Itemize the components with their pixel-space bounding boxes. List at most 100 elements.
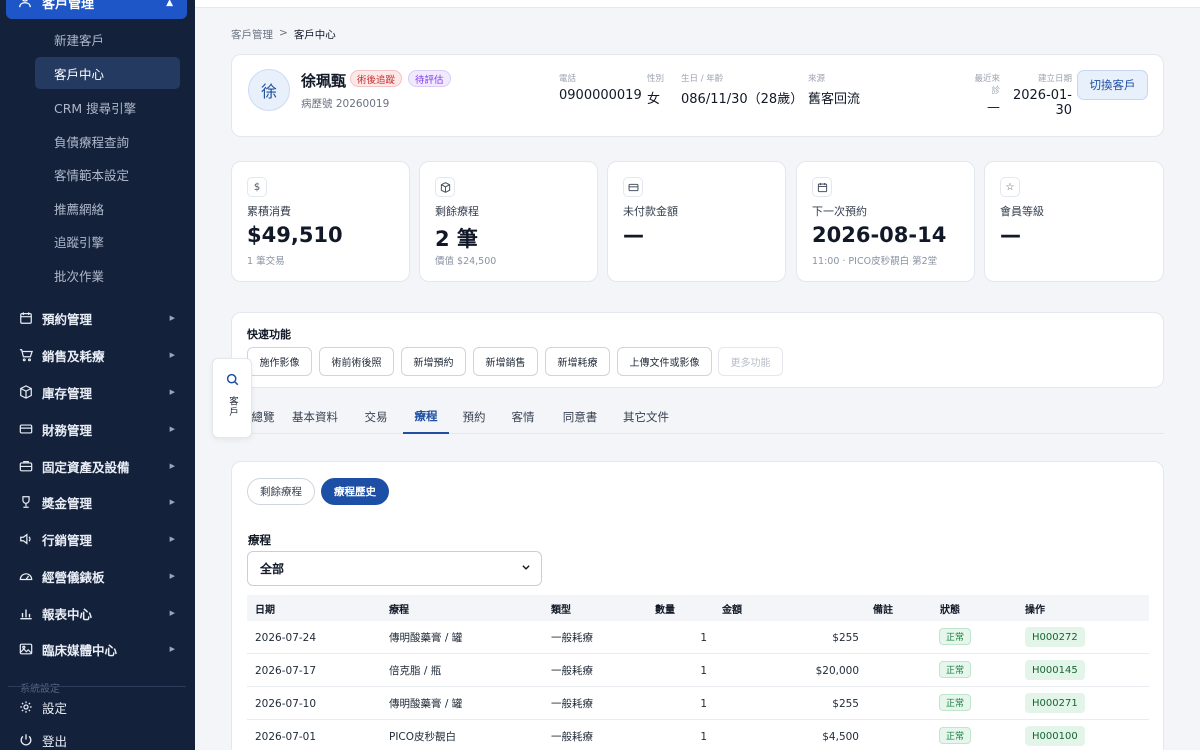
cart-icon	[18, 347, 34, 363]
patient-name: 徐珮甄	[301, 72, 347, 90]
field-label: 最近來診	[974, 74, 1000, 96]
cell-course: PICO皮秒靚白	[389, 731, 457, 743]
new-sale-button[interactable]: 新增銷售	[473, 347, 538, 376]
sidebar-item-logout[interactable]: 登出	[0, 723, 195, 750]
upload-document-button[interactable]: 上傳文件或影像	[617, 347, 712, 376]
sidebar-item-inventory[interactable]: 庫存管理 ▶	[0, 375, 195, 409]
more-functions-button[interactable]: 更多功能	[718, 347, 783, 376]
floating-customer-search[interactable]: 客戶	[212, 358, 252, 438]
new-appointment-button[interactable]: 新增預約	[401, 347, 466, 376]
chevron-down-icon	[521, 562, 531, 575]
sidebar-item-customer-management[interactable]: 客戶管理 ▲	[6, 0, 187, 19]
switch-customer-button[interactable]: 切換客戶	[1077, 70, 1148, 100]
new-consumption-button[interactable]: 新增耗療	[545, 347, 610, 376]
stat-subtext: 價值 $24,500	[435, 256, 497, 267]
before-after-photos-button[interactable]: 術前術後照	[319, 347, 394, 376]
sidebar-item-label: 固定資產及設備	[42, 459, 130, 475]
caret-right-icon: ▶	[169, 388, 175, 396]
field-label: 生日 / 年齡	[681, 74, 724, 84]
star-icon: ☆	[1000, 177, 1020, 197]
table-header: 日期 療程 類型 數量 金額 備註 狀態 操作	[247, 595, 1149, 621]
sidebar-item-marketing[interactable]: 行銷管理 ▶	[0, 522, 195, 556]
tab-courses[interactable]: 療程	[403, 400, 449, 434]
cell-amount: $4,500	[822, 730, 859, 743]
tab-transactions[interactable]: 交易	[359, 400, 393, 434]
caret-right-icon: ▶	[169, 609, 175, 617]
sidebar-subitem-debt-course[interactable]: 負債療程查詢	[35, 125, 180, 157]
image-icon	[18, 641, 34, 657]
floating-search-label: 客戶	[227, 396, 238, 417]
cell-qty: 1	[700, 664, 707, 677]
tab-consent-forms[interactable]: 同意書	[557, 400, 603, 434]
record-id-link[interactable]: H000145	[1025, 660, 1085, 680]
sidebar-subitem-new-customer[interactable]: 新建客戶	[35, 23, 180, 55]
user-icon	[18, 0, 32, 12]
sidebar-item-assets[interactable]: 固定資產及設備 ▶	[0, 449, 195, 483]
box-icon	[18, 384, 34, 400]
sidebar-subitem-customer-center[interactable]: 客戶中心	[35, 57, 180, 89]
sidebar-item-sales[interactable]: 銷售及耗療 ▶	[0, 338, 195, 372]
column-header-amount: 金額	[722, 604, 742, 616]
treatment-images-button[interactable]: 施作影像	[247, 347, 312, 376]
breadcrumb-separator: >	[279, 27, 288, 39]
stat-label: 未付款金額	[623, 205, 678, 218]
sidebar-item-clinical-media[interactable]: 臨床媒體中心 ▶	[0, 632, 195, 666]
course-history-toggle[interactable]: 療程歷史	[321, 478, 389, 505]
field-value: 086/11/30（28歲）	[681, 92, 804, 107]
sidebar-item-label: 財務管理	[42, 422, 93, 438]
gender-field: 性別 女	[647, 72, 664, 107]
course-filter-select[interactable]: 全部	[247, 551, 542, 586]
field-value: —	[987, 100, 1000, 115]
field-label: 電話	[559, 74, 577, 84]
gauge-icon	[18, 568, 34, 584]
caret-right-icon: ▶	[169, 462, 175, 470]
breadcrumb: 客戶管理 > 客戶中心	[231, 27, 336, 42]
column-header-date: 日期	[255, 604, 275, 616]
cell-course: 傳明酸藥膏 / 罐	[389, 698, 463, 710]
sidebar-subitem-batch[interactable]: 批次作業	[35, 259, 180, 291]
stat-value: —	[623, 223, 644, 247]
record-id-link[interactable]: H000100	[1025, 726, 1085, 746]
table-row[interactable]: 2026-07-10 傳明酸藥膏 / 罐 一般耗療 1 $255 正常 H000…	[247, 687, 1149, 720]
stat-value: 2026-08-14	[812, 223, 947, 247]
sidebar-subitem-referral[interactable]: 推薦網絡	[35, 192, 180, 224]
quick-functions-card: 快速功能 施作影像 術前術後照 新增預約 新增銷售 新增耗療 上傳文件或影像 更…	[231, 312, 1164, 388]
table-row[interactable]: 2026-07-17 倍克脂 / 瓶 一般耗療 1 $20,000 正常 H00…	[247, 654, 1149, 687]
sidebar-item-reports[interactable]: 報表中心 ▶	[0, 596, 195, 630]
select-value: 全部	[260, 562, 285, 576]
stat-value: $49,510	[247, 223, 343, 247]
tab-other-documents[interactable]: 其它文件	[620, 400, 672, 434]
calendar-icon	[812, 177, 832, 197]
status-badge: 正常	[939, 628, 972, 645]
chevron-up-icon: ▲	[166, 0, 173, 8]
stat-value: —	[1000, 223, 1021, 247]
sidebar-subitem-tracking[interactable]: 追蹤引擎	[35, 225, 180, 257]
patient-record-number: 病歷號 20260019	[301, 98, 390, 110]
table-row[interactable]: 2026-07-24 傳明酸藥膏 / 罐 一般耗療 1 $255 正常 H000…	[247, 621, 1149, 654]
stat-card-next-appointment: 下一次預約 2026-08-14 11:00 · PICO皮秒靚白 第2堂	[796, 161, 975, 282]
sidebar-item-label: 庫存管理	[42, 385, 93, 401]
sidebar-item-appointments[interactable]: 預約管理 ▶	[0, 301, 195, 335]
column-header-status: 狀態	[940, 604, 960, 616]
breadcrumb-root[interactable]: 客戶管理	[231, 27, 273, 42]
table-row[interactable]: 2026-07-01 PICO皮秒靚白 一般耗療 1 $4,500 正常 H00…	[247, 720, 1149, 750]
sidebar-subitem-crm-search[interactable]: CRM 搜尋引擎	[35, 91, 180, 123]
birth-field: 生日 / 年齡 086/11/30（28歲）	[681, 72, 803, 107]
trophy-icon	[18, 494, 34, 510]
sidebar-item-settings[interactable]: 設定	[0, 690, 195, 724]
sidebar-item-finance[interactable]: 財務管理 ▶	[0, 412, 195, 446]
stat-subtext: 1 筆交易	[247, 256, 285, 267]
record-id-link[interactable]: H000272	[1025, 627, 1085, 647]
tab-basic-info[interactable]: 基本資料	[289, 400, 341, 434]
tab-customer-notes[interactable]: 客情	[506, 400, 540, 434]
sidebar: 客戶管理 ▲ 新建客戶 客戶中心 CRM 搜尋引擎 負債療程查詢 客情範本設定 …	[0, 0, 195, 750]
sidebar-item-dashboard[interactable]: 經營儀錶板 ▶	[0, 559, 195, 593]
sidebar-item-label: 獎金管理	[42, 495, 93, 511]
credit-card-icon	[623, 177, 643, 197]
tab-appointments[interactable]: 預約	[457, 400, 491, 434]
sidebar-item-bonus[interactable]: 獎金管理 ▶	[0, 485, 195, 519]
record-id-link[interactable]: H000271	[1025, 693, 1085, 713]
remaining-courses-toggle[interactable]: 剩餘療程	[247, 478, 315, 505]
sidebar-subitem-template[interactable]: 客情範本設定	[35, 158, 180, 190]
dollar-icon: $	[247, 177, 267, 197]
